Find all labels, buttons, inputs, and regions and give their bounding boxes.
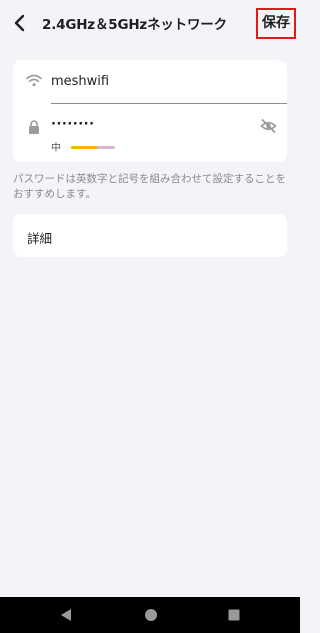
network-settings-card: meshwifi ········ 中 (13, 60, 287, 162)
system-nav-bar (0, 597, 300, 633)
password-strength-bar (71, 146, 115, 149)
wifi-icon (26, 74, 42, 87)
lock-icon (29, 120, 39, 134)
details-row[interactable]: 詳細 (13, 214, 287, 257)
ssid-underline (51, 103, 287, 104)
password-field[interactable]: ········ (51, 117, 95, 132)
save-button[interactable]: 保存 (256, 8, 296, 39)
page-title: 2.4GHz＆5GHzネットワーク (42, 17, 227, 33)
ssid-field[interactable]: meshwifi (51, 74, 109, 89)
nav-home-icon[interactable] (144, 608, 158, 622)
password-hint: パスワードは英数字と記号を組み合わせて設定することをおすすめします。 (13, 173, 286, 200)
password-strength-label: 中 (51, 143, 61, 154)
back-arrow-icon[interactable] (9, 11, 31, 35)
top-bar: 2.4GHz＆5GHzネットワーク 保存 (0, 0, 300, 48)
nav-recent-apps-icon[interactable] (228, 609, 240, 621)
eye-off-icon[interactable] (260, 119, 277, 133)
nav-back-icon[interactable] (60, 608, 72, 622)
details-label: 詳細 (27, 231, 53, 246)
password-strength-fill (71, 146, 98, 149)
